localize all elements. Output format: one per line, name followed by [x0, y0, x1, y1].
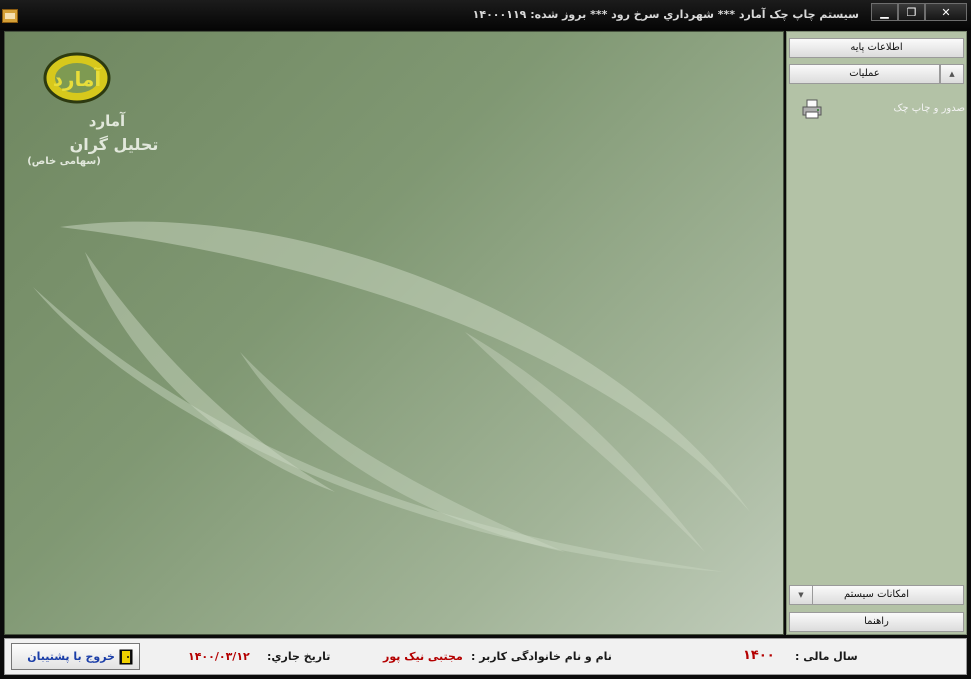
- window-title: سیستم چاپ چک آمارد *** شهرداري سرخ رود *…: [472, 8, 859, 21]
- operations-button[interactable]: عملیات: [789, 64, 940, 84]
- exit-with-backup-button[interactable]: خروج با پشتیبان: [11, 643, 140, 670]
- app-window: سیستم چاپ چک آمارد *** شهرداري سرخ رود *…: [0, 0, 971, 679]
- logo-line-2: تحلیل گران: [70, 135, 159, 154]
- maximize-button[interactable]: ❐: [898, 3, 925, 21]
- status-bar: خروج با پشتیبان ۱۴۰۰/۰۳/۱۲ تاریخ جاري: م…: [4, 638, 967, 675]
- logo-mark: آمارد: [53, 66, 103, 91]
- exit-button-label: خروج با پشتیبان: [27, 650, 115, 663]
- user-name-label: نام و نام خانوادگی کاربر :: [471, 650, 612, 663]
- help-button[interactable]: راهنما: [789, 612, 964, 632]
- system-features-button[interactable]: ▼ امکانات سیستم: [789, 585, 964, 605]
- operations-collapse-arrow[interactable]: ▲: [940, 64, 964, 84]
- printer-icon: [802, 99, 822, 119]
- logo-line-1: آمارد: [89, 112, 126, 130]
- logo-line-3: (سهامی خاص): [27, 156, 101, 167]
- exit-door-icon: [119, 649, 133, 665]
- current-date-value: ۱۴۰۰/۰۳/۱۲: [188, 650, 250, 663]
- fiscal-year-value: ۱۴۰۰: [743, 648, 775, 663]
- system-features-label: امکانات سیستم: [843, 589, 910, 600]
- fiscal-year-label: سال مالی :: [795, 650, 858, 663]
- current-date-label: تاریخ جاري:: [267, 650, 331, 663]
- base-info-button[interactable]: اطلاعات پایه: [789, 38, 964, 58]
- close-button[interactable]: ✕: [925, 3, 967, 21]
- company-logo: آمارد آمارد تحلیل گران (سهامی خاص): [19, 42, 169, 167]
- app-icon[interactable]: [2, 9, 18, 23]
- chevron-down-icon: ▼: [790, 586, 813, 604]
- menu-item-issue-cheque[interactable]: صدور و چاپ چک: [795, 97, 965, 123]
- user-name-value: مجتبی نیک پور: [383, 650, 463, 663]
- minimize-button[interactable]: ▁: [871, 3, 898, 21]
- menu-item-label: صدور و چاپ چک: [893, 103, 965, 114]
- main-background-panel: آمارد آمارد تحلیل گران (سهامی خاص): [4, 31, 784, 635]
- logo-graphic: آمارد آمارد تحلیل گران (سهامی خاص): [27, 52, 159, 167]
- side-menu-panel: اطلاعات پایه عملیات ▲ صدور و چاپ چک ▼ ام…: [786, 31, 967, 635]
- title-bar[interactable]: سیستم چاپ چک آمارد *** شهرداري سرخ رود *…: [0, 0, 971, 30]
